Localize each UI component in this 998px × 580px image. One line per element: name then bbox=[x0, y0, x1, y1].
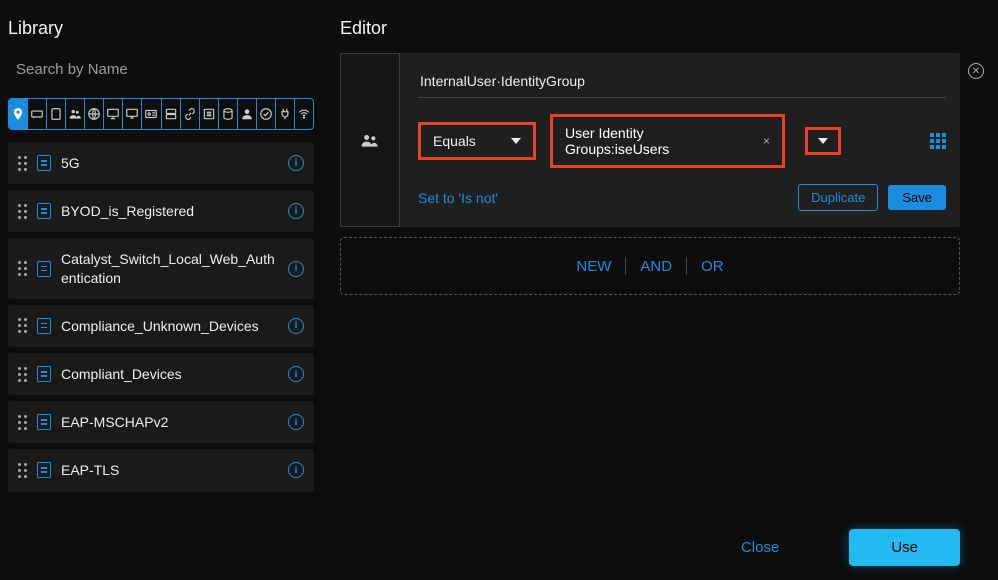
chevron-down-icon bbox=[511, 138, 521, 144]
plug-icon[interactable] bbox=[276, 99, 295, 129]
close-icon[interactable]: ✕ bbox=[968, 63, 984, 79]
info-icon[interactable]: i bbox=[288, 261, 304, 277]
and-operator-button[interactable]: AND bbox=[640, 258, 672, 275]
wifi-icon[interactable] bbox=[295, 99, 313, 129]
list-item[interactable]: 5G i bbox=[8, 142, 314, 184]
info-icon[interactable]: i bbox=[288, 414, 304, 430]
set-is-not-link[interactable]: Set to 'Is not' bbox=[418, 190, 498, 206]
list-item[interactable]: EAP-TLS i bbox=[8, 449, 314, 491]
info-icon[interactable]: i bbox=[288, 318, 304, 334]
library-item-label: EAP-MSCHAPv2 bbox=[61, 413, 278, 431]
tablet-icon[interactable] bbox=[47, 99, 66, 129]
group-icon[interactable] bbox=[66, 99, 85, 129]
network-card-icon[interactable] bbox=[28, 99, 47, 129]
document-icon bbox=[37, 462, 51, 478]
check-circle-icon[interactable] bbox=[257, 99, 276, 129]
operator-value: Equals bbox=[433, 133, 476, 149]
controls-row: Equals User Identity Groups:iseUsers × bbox=[418, 114, 946, 168]
list-item[interactable]: EAP-MSCHAPv2 i bbox=[8, 401, 314, 443]
grid-view-icon[interactable] bbox=[930, 133, 946, 149]
info-icon[interactable]: i bbox=[288, 366, 304, 382]
divider bbox=[686, 257, 687, 275]
editor-title: Editor bbox=[340, 18, 960, 39]
document-icon bbox=[37, 203, 51, 219]
list-item[interactable]: Compliance_Unknown_Devices i bbox=[8, 305, 314, 347]
or-operator-button[interactable]: OR bbox=[701, 258, 724, 275]
operator-select[interactable]: Equals bbox=[418, 122, 536, 160]
value-select[interactable]: User Identity Groups:iseUsers × bbox=[550, 114, 785, 168]
document-icon bbox=[37, 366, 51, 382]
new-condition-button[interactable]: NEW bbox=[576, 258, 611, 275]
condition-content: InternalUser·IdentityGroup Equals User I… bbox=[418, 53, 960, 227]
drag-handle-icon[interactable] bbox=[18, 367, 27, 382]
list-item[interactable]: Catalyst_Switch_Local_Web_Authentication… bbox=[8, 238, 314, 298]
logic-operator-row: NEW AND OR bbox=[340, 237, 960, 295]
server-icon[interactable] bbox=[162, 99, 181, 129]
drag-handle-icon[interactable] bbox=[18, 318, 27, 333]
library-panel: Library 5G i bbox=[0, 0, 322, 580]
link-icon[interactable] bbox=[181, 99, 200, 129]
drag-handle-icon[interactable] bbox=[18, 204, 27, 219]
library-title: Library bbox=[8, 18, 314, 39]
library-item-label: Compliant_Devices bbox=[61, 365, 278, 383]
use-button[interactable]: Use bbox=[849, 529, 960, 566]
document-icon bbox=[37, 261, 51, 277]
save-button[interactable]: Save bbox=[888, 185, 946, 210]
attribute-field[interactable]: InternalUser·IdentityGroup bbox=[418, 67, 946, 98]
drag-handle-icon[interactable] bbox=[18, 463, 27, 478]
library-item-label: Catalyst_Switch_Local_Web_Authentication bbox=[61, 250, 278, 286]
close-button[interactable]: Close bbox=[741, 539, 779, 556]
editor-panel: Editor ✕ InternalUser·IdentityGroup Equa… bbox=[322, 0, 998, 580]
value-dropdown-toggle[interactable] bbox=[805, 127, 841, 155]
group-icon bbox=[360, 133, 380, 147]
library-item-label: EAP-TLS bbox=[61, 461, 278, 479]
document-icon bbox=[37, 414, 51, 430]
monitor-icon[interactable] bbox=[104, 99, 123, 129]
drag-handle-icon[interactable] bbox=[18, 415, 27, 430]
drag-handle-icon[interactable] bbox=[18, 156, 27, 171]
duplicate-button[interactable]: Duplicate bbox=[798, 184, 878, 211]
condition-block: InternalUser·IdentityGroup Equals User I… bbox=[340, 53, 960, 227]
location-icon[interactable] bbox=[9, 99, 28, 129]
chevron-down-icon bbox=[818, 138, 828, 144]
info-icon[interactable]: i bbox=[288, 155, 304, 171]
info-icon[interactable]: i bbox=[288, 203, 304, 219]
condition-type-badge bbox=[340, 53, 400, 227]
list-icon[interactable] bbox=[200, 99, 219, 129]
drag-handle-icon[interactable] bbox=[18, 261, 27, 276]
globe-icon[interactable] bbox=[85, 99, 104, 129]
divider bbox=[625, 257, 626, 275]
clear-value-icon[interactable]: × bbox=[763, 134, 770, 148]
document-icon bbox=[37, 155, 51, 171]
library-item-label: 5G bbox=[61, 154, 278, 172]
document-icon bbox=[37, 318, 51, 334]
info-icon[interactable]: i bbox=[288, 462, 304, 478]
editor-body: ✕ InternalUser·IdentityGroup Equals bbox=[340, 53, 960, 295]
actions-row: Set to 'Is not' Duplicate Save bbox=[418, 184, 946, 211]
library-item-label: Compliance_Unknown_Devices bbox=[61, 317, 278, 335]
search-input[interactable] bbox=[8, 53, 314, 86]
list-item[interactable]: BYOD_is_Registered i bbox=[8, 190, 314, 232]
desktop-icon[interactable] bbox=[123, 99, 142, 129]
list-item[interactable]: Compliant_Devices i bbox=[8, 353, 314, 395]
value-text: User Identity Groups:iseUsers bbox=[565, 125, 751, 157]
id-card-icon[interactable] bbox=[142, 99, 161, 129]
footer-actions: Close Use bbox=[741, 529, 960, 566]
user-icon[interactable] bbox=[238, 99, 257, 129]
filter-icon-row bbox=[8, 98, 314, 130]
library-list: 5G i BYOD_is_Registered i Catalyst_Switc… bbox=[8, 142, 314, 492]
database-icon[interactable] bbox=[219, 99, 238, 129]
library-item-label: BYOD_is_Registered bbox=[61, 202, 278, 220]
